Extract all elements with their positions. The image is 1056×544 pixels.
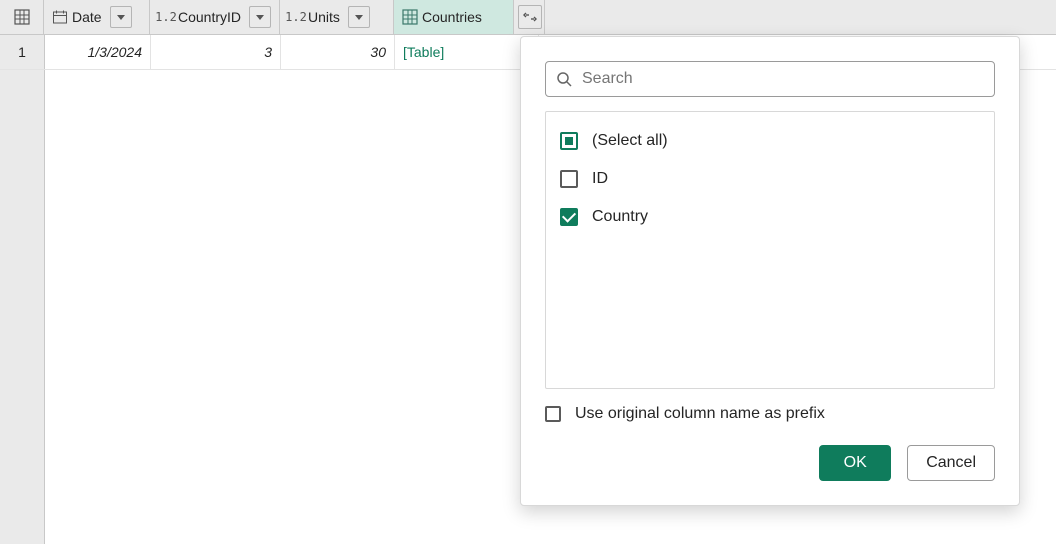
table-icon bbox=[12, 9, 32, 25]
column-header-date[interactable]: Date bbox=[44, 0, 150, 34]
ok-button[interactable]: OK bbox=[819, 445, 891, 481]
cell-countryid[interactable]: 3 bbox=[151, 35, 281, 69]
search-icon bbox=[556, 71, 572, 87]
column-header-countryid[interactable]: 1.2 CountryID bbox=[150, 0, 280, 34]
expand-column-button[interactable] bbox=[518, 5, 542, 29]
expand-icon bbox=[523, 11, 537, 23]
expand-column-cell bbox=[514, 0, 545, 34]
calendar-icon bbox=[50, 9, 70, 25]
column-label: Units bbox=[306, 9, 344, 25]
table-icon bbox=[400, 9, 420, 25]
option-label: (Select all) bbox=[592, 132, 668, 150]
option-label: ID bbox=[592, 170, 608, 188]
checkbox-unchecked-icon[interactable] bbox=[560, 170, 578, 188]
column-filter-button[interactable] bbox=[348, 6, 370, 28]
cell-countries-table-link[interactable]: [Table] bbox=[395, 35, 539, 69]
row-gutter bbox=[0, 68, 45, 544]
cell-units[interactable]: 30 bbox=[281, 35, 395, 69]
option-select-all[interactable]: (Select all) bbox=[560, 122, 980, 160]
checkbox-indeterminate-icon[interactable] bbox=[560, 132, 578, 150]
column-label: Date bbox=[70, 9, 106, 25]
number-type-icon: 1.2 bbox=[286, 10, 306, 24]
column-filter-button[interactable] bbox=[249, 6, 271, 28]
cell-date[interactable]: 1/3/2024 bbox=[45, 35, 151, 69]
columns-list: (Select all) ID Country bbox=[545, 111, 995, 389]
number-type-icon: 1.2 bbox=[156, 10, 176, 24]
search-box[interactable] bbox=[545, 61, 995, 97]
column-filter-button[interactable] bbox=[110, 6, 132, 28]
select-all-corner[interactable] bbox=[0, 0, 44, 34]
option-country[interactable]: Country bbox=[560, 198, 980, 236]
checkbox-checked-icon[interactable] bbox=[560, 208, 578, 226]
option-id[interactable]: ID bbox=[560, 160, 980, 198]
option-label: Country bbox=[592, 208, 648, 226]
popup-button-row: OK Cancel bbox=[545, 445, 995, 481]
column-label: Countries bbox=[420, 9, 486, 25]
chevron-down-icon bbox=[355, 15, 363, 20]
use-prefix-row[interactable]: Use original column name as prefix bbox=[545, 405, 995, 423]
chevron-down-icon bbox=[256, 15, 264, 20]
row-number[interactable]: 1 bbox=[0, 35, 45, 69]
column-header-units[interactable]: 1.2 Units bbox=[280, 0, 394, 34]
search-input[interactable] bbox=[580, 69, 984, 89]
column-label: CountryID bbox=[176, 9, 245, 25]
checkbox-unchecked-icon[interactable] bbox=[545, 406, 561, 422]
cancel-button[interactable]: Cancel bbox=[907, 445, 995, 481]
chevron-down-icon bbox=[117, 15, 125, 20]
use-prefix-label: Use original column name as prefix bbox=[575, 405, 825, 423]
expand-columns-popup: (Select all) ID Country Use original col… bbox=[520, 36, 1020, 506]
column-header-countries[interactable]: Countries bbox=[394, 0, 514, 34]
column-header-row: Date 1.2 CountryID 1.2 Units Countries bbox=[0, 0, 1056, 35]
